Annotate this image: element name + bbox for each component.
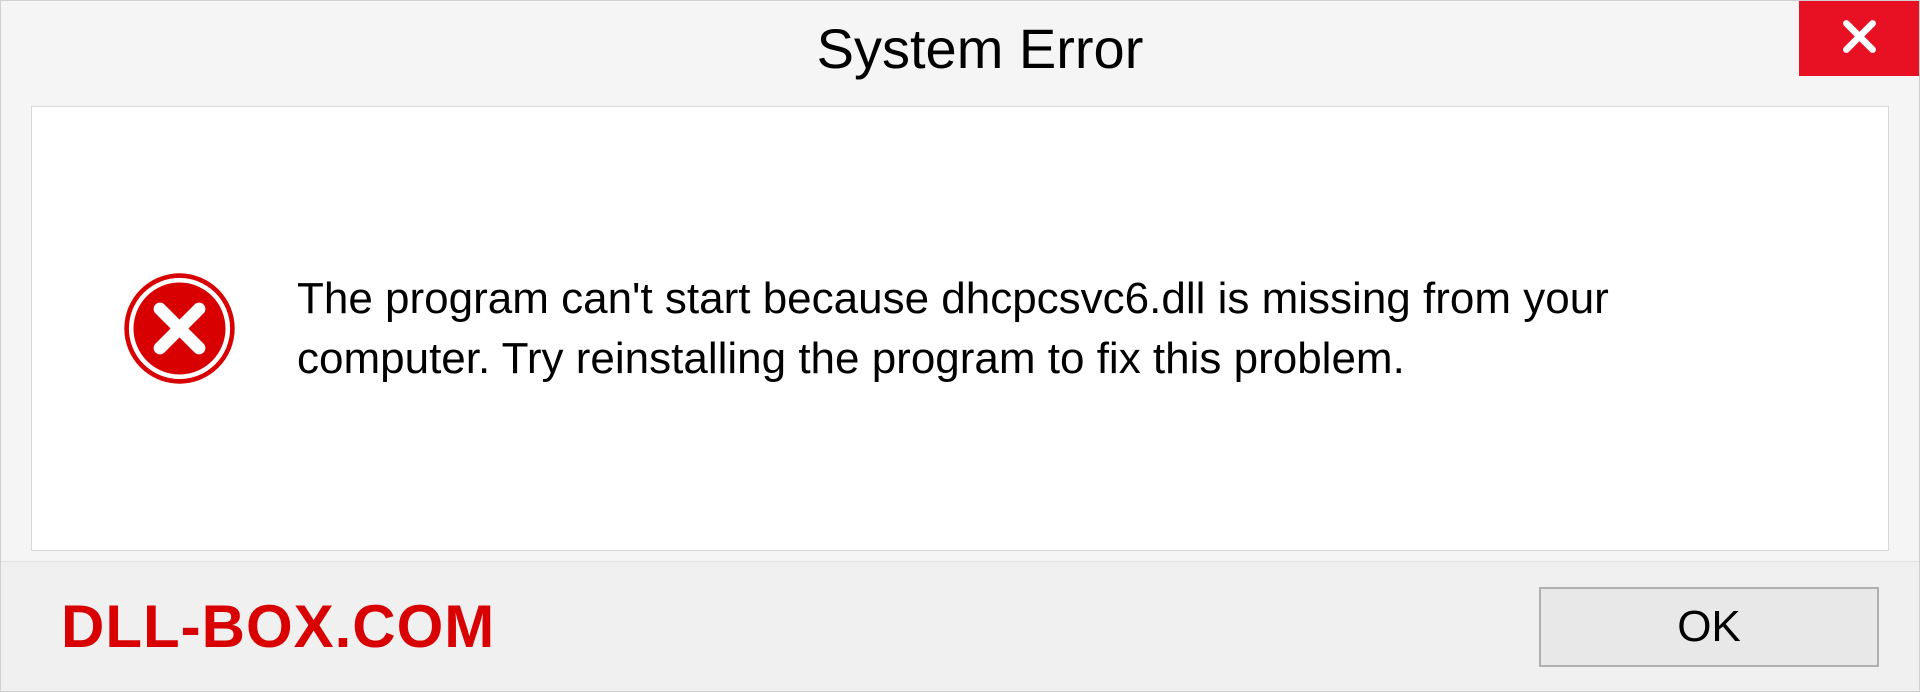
ok-button[interactable]: OK: [1539, 587, 1879, 667]
error-dialog: System Error The program can't start bec…: [0, 0, 1920, 692]
dialog-title: System Error: [777, 16, 1144, 81]
titlebar: System Error: [1, 1, 1919, 96]
dialog-footer: DLL-BOX.COM OK: [1, 561, 1919, 691]
watermark-text: DLL-BOX.COM: [61, 592, 495, 661]
error-icon: [122, 271, 237, 386]
close-icon: [1837, 14, 1882, 64]
error-message: The program can't start because dhcpcsvc…: [297, 269, 1798, 388]
content-panel: The program can't start because dhcpcsvc…: [31, 106, 1889, 551]
close-button[interactable]: [1799, 1, 1919, 76]
